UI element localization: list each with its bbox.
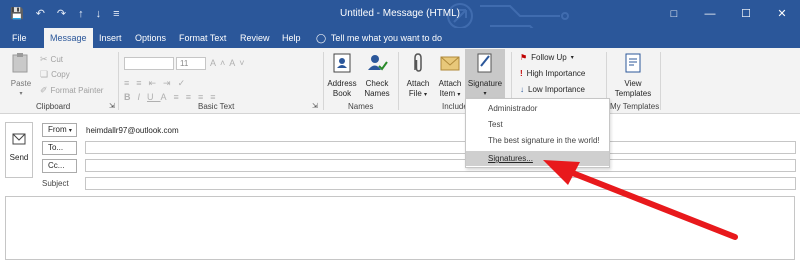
annotation-arrow: [543, 160, 738, 240]
